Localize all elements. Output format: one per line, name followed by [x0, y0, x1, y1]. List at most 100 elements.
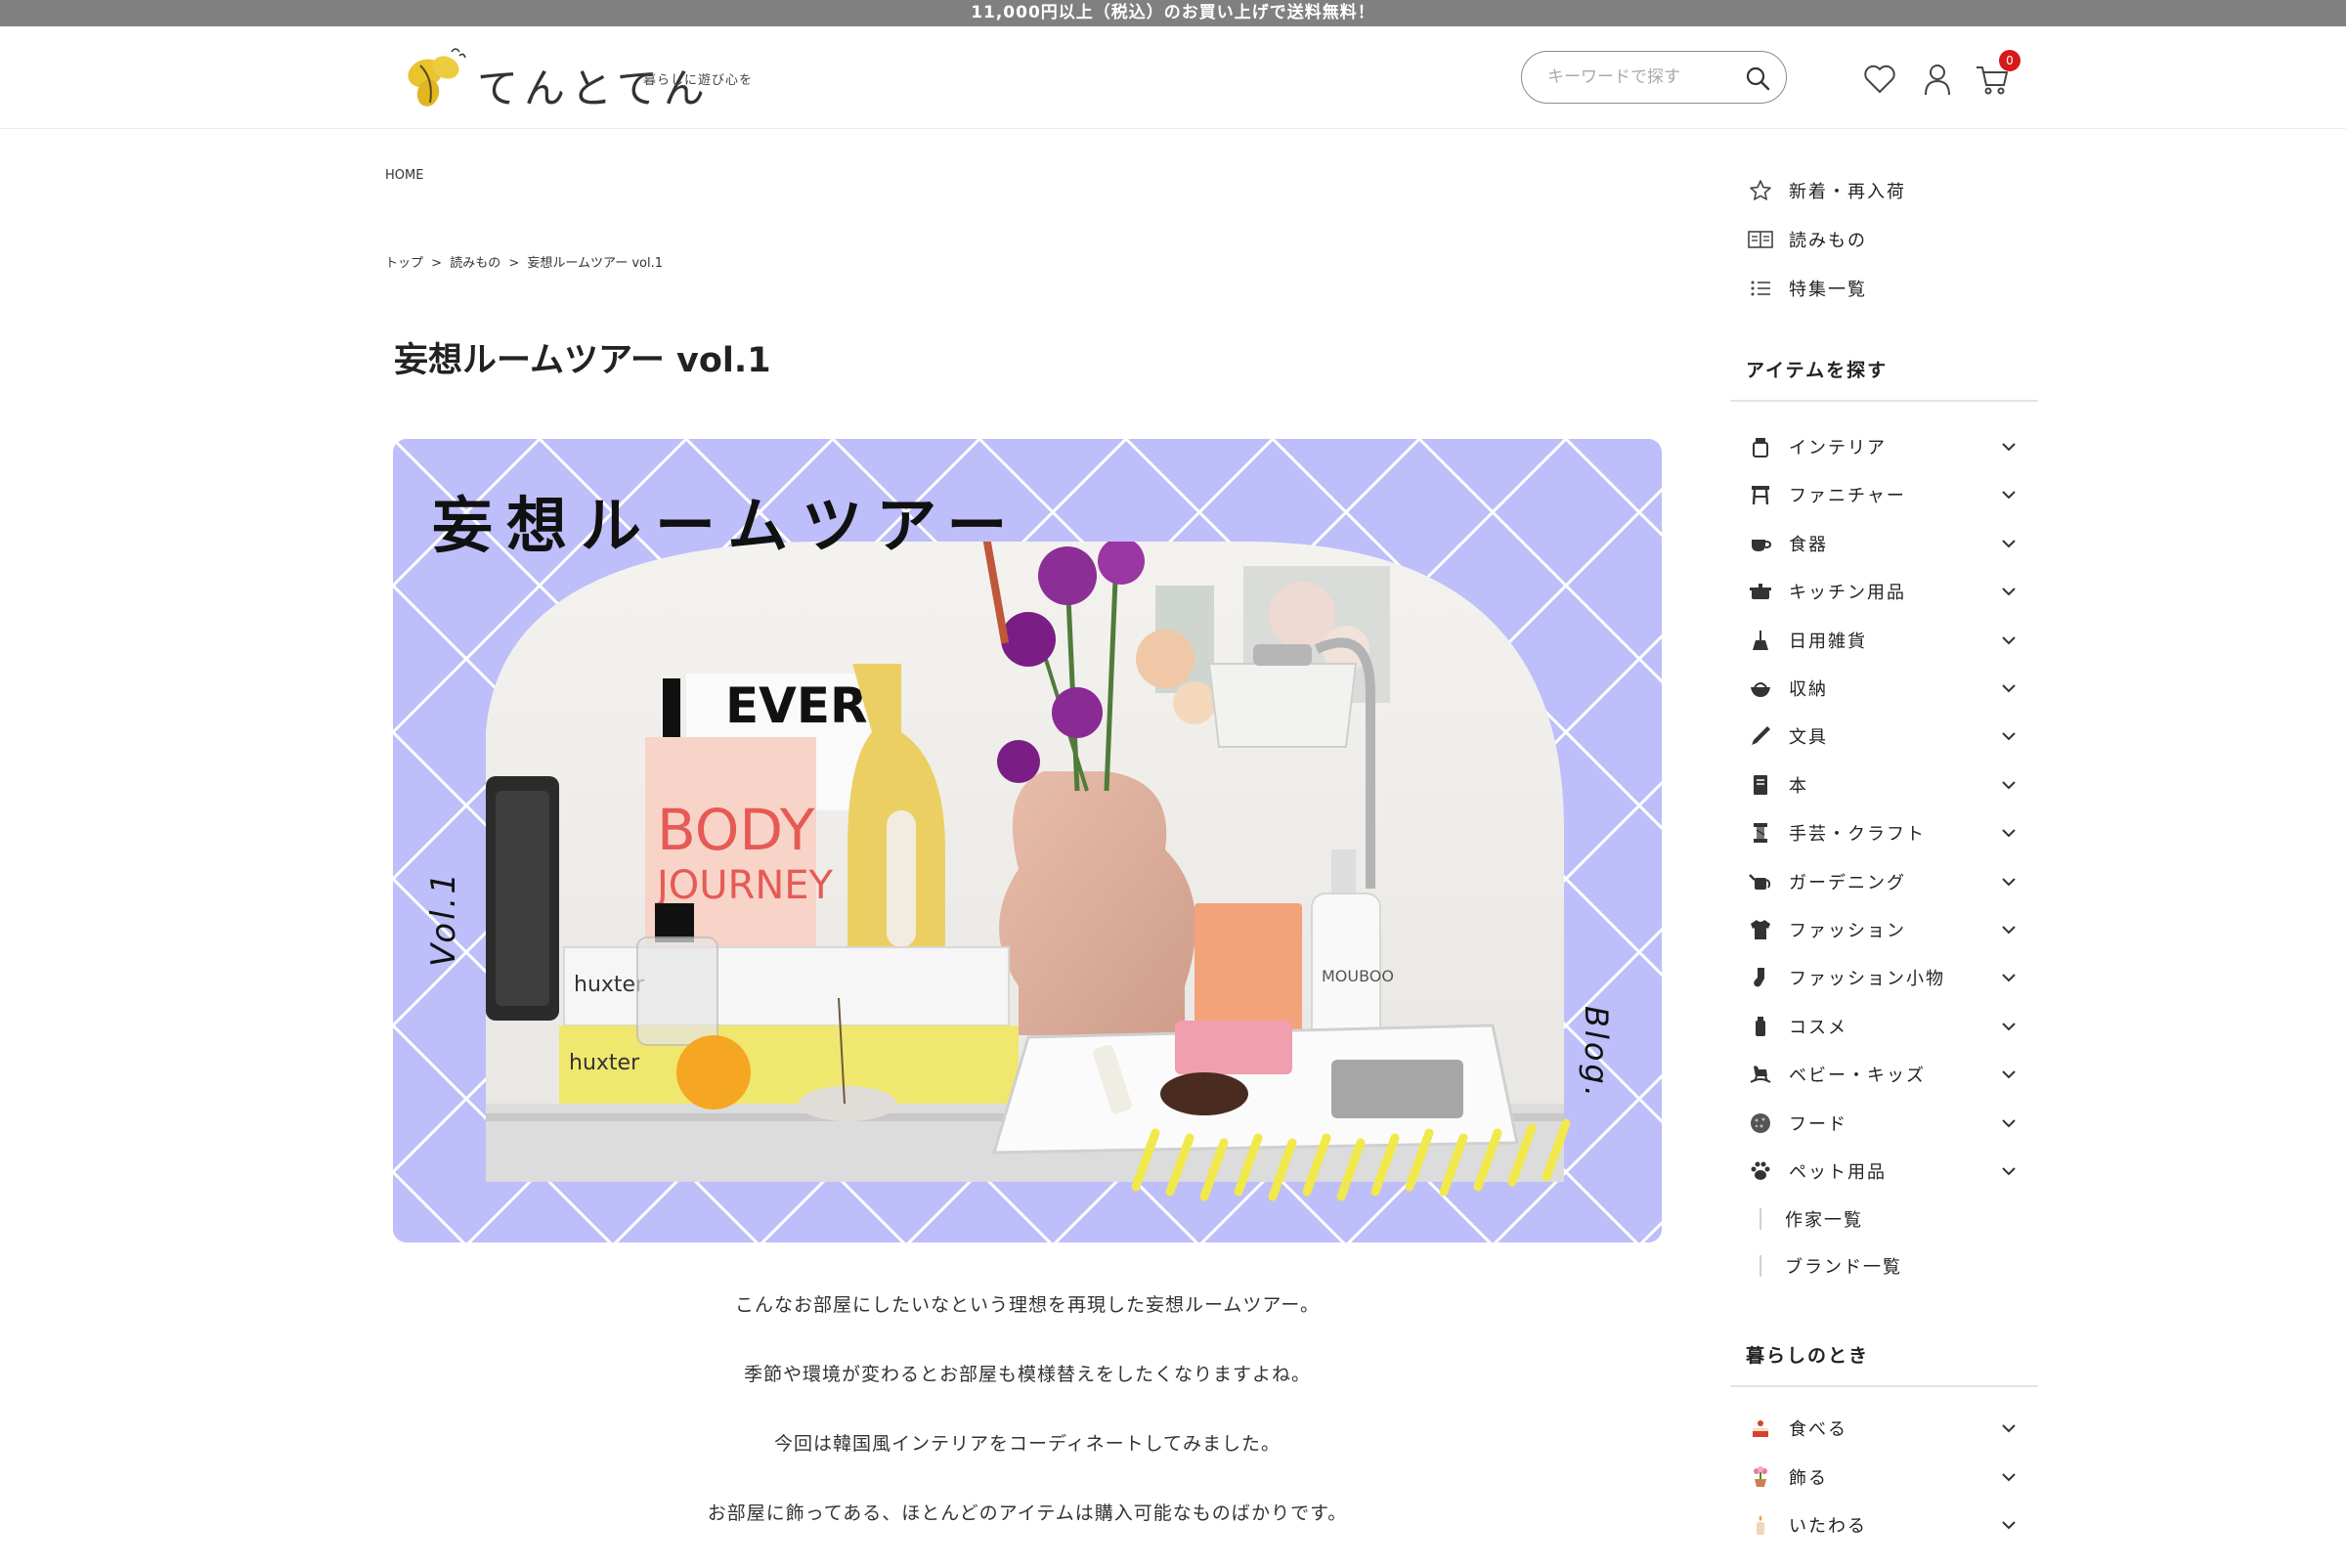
chevron-down-icon[interactable] — [2000, 727, 2018, 745]
sidebar-category-8[interactable]: 手芸・クラフト — [1746, 818, 2039, 848]
thread-icon — [1746, 818, 1775, 848]
notebook-icon — [1746, 770, 1775, 800]
page-title: 妄想ルームツアー vol.1 — [394, 341, 771, 380]
sidebar-category-label: 文具 — [1789, 727, 1828, 749]
sidebar-category-2[interactable]: 食器 — [1746, 529, 2039, 558]
sidebar-category-label: コスメ — [1789, 1017, 1847, 1038]
sidebar-category-14[interactable]: フード — [1746, 1109, 2039, 1138]
sidebar-link-features[interactable]: 特集一覧 — [1746, 274, 2039, 303]
breadcrumb-separator: > — [431, 256, 443, 271]
sidebar-category-6[interactable]: 文具 — [1746, 721, 2039, 751]
jar-icon — [1746, 432, 1775, 461]
sidebar-category-label: ファッション — [1789, 921, 1906, 941]
sidebar-category-label: 食べる — [1789, 1419, 1847, 1440]
divider — [1760, 1208, 1761, 1230]
chevron-down-icon[interactable] — [2000, 535, 2018, 552]
section-divider — [1730, 1385, 2038, 1387]
sidebar-category-3[interactable]: キッチン用品 — [1746, 577, 2039, 606]
chevron-down-icon[interactable] — [2000, 679, 2018, 697]
sidebar-category-15[interactable]: ペット用品 — [1746, 1156, 2039, 1186]
chevron-down-icon[interactable] — [2000, 776, 2018, 794]
sidebar-category-label: ガーデニング — [1789, 872, 1906, 893]
sidebar-category-1[interactable]: ファニチャー — [1746, 480, 2039, 509]
sock-icon — [1746, 963, 1775, 992]
logo-icon[interactable] — [401, 44, 469, 116]
home-label[interactable]: HOME — [385, 168, 423, 183]
sidebar-category-label: ベビー・キッズ — [1789, 1066, 1926, 1087]
candle-icon — [1746, 1510, 1775, 1540]
sidebar-category-label: キッチン用品 — [1789, 583, 1906, 604]
rocking-horse-icon — [1746, 1060, 1775, 1089]
chevron-down-icon[interactable] — [2000, 873, 2018, 891]
sidebar-category-7[interactable]: 本 — [1746, 770, 2039, 800]
sidebar-link-artists[interactable]: 作家一覧 — [1760, 1205, 1863, 1233]
chevron-down-icon[interactable] — [2000, 1018, 2018, 1035]
sidebar-category-4[interactable]: 日用雑貨 — [1746, 626, 2039, 655]
sidebar-category-10[interactable]: ファッション — [1746, 915, 2039, 944]
chevron-down-icon[interactable] — [2000, 824, 2018, 842]
search-icon[interactable] — [1745, 65, 1770, 91]
chevron-down-icon[interactable] — [2000, 1516, 2018, 1534]
chevron-down-icon[interactable] — [2000, 1162, 2018, 1180]
search-input[interactable] — [1545, 64, 1745, 91]
cup-icon — [1746, 529, 1775, 558]
sidebar-category-label: フード — [1789, 1113, 1847, 1135]
heart-icon[interactable] — [1862, 62, 1897, 97]
cake-icon — [1746, 1414, 1775, 1443]
user-icon[interactable] — [1920, 62, 1955, 97]
tagline: 暮らしに遊び心を — [643, 73, 754, 88]
chevron-down-icon[interactable] — [2000, 1066, 2018, 1083]
breadcrumb-separator: > — [508, 256, 520, 271]
sidebar-category-0[interactable]: インテリア — [1746, 432, 2039, 461]
basket-icon — [1746, 674, 1775, 703]
star-icon — [1746, 176, 1775, 205]
sidebar-link-label: ブランド一覧 — [1785, 1257, 1902, 1278]
sidebar-category-label: インテリア — [1789, 438, 1887, 458]
chevron-down-icon[interactable] — [2000, 438, 2018, 456]
paw-icon — [1746, 1156, 1775, 1186]
sidebar-link-label: 読みもの — [1789, 231, 1867, 251]
sidebar-category-5[interactable]: 収納 — [1746, 674, 2039, 703]
pen-icon — [1746, 721, 1775, 751]
hero-title: 妄想ルームツアー — [432, 490, 1021, 561]
bottle-icon — [1746, 1012, 1775, 1041]
sidebar-category-0[interactable]: 食べる — [1746, 1414, 2039, 1443]
article-paragraph: お部屋に飾ってある、ほとんどのアイテムは購入可能なものばかりです。 — [707, 1503, 1348, 1524]
sidebar-link-label: 新着・再入荷 — [1789, 182, 1906, 202]
breadcrumb-item[interactable]: トップ — [385, 256, 423, 271]
cart-count-badge: 0 — [1999, 50, 2020, 71]
sidebar-category-13[interactable]: ベビー・キッズ — [1746, 1060, 2039, 1089]
chevron-down-icon[interactable] — [2000, 583, 2018, 600]
sidebar-category-11[interactable]: ファッション小物 — [1746, 963, 2039, 992]
sidebar-link-articles[interactable]: 読みもの — [1746, 225, 2039, 254]
book-title: BODY — [657, 797, 815, 863]
sidebar-category-9[interactable]: ガーデニング — [1746, 867, 2039, 896]
broom-icon — [1746, 626, 1775, 655]
chevron-down-icon[interactable] — [2000, 486, 2018, 503]
breadcrumb: トップ > 読みもの > 妄想ルームツアー vol.1 — [385, 252, 667, 271]
chevron-down-icon[interactable] — [2000, 969, 2018, 986]
shipping-announcement: 11,000円以上（税込）のお買い上げで送料無料！ — [0, 0, 2346, 26]
sidebar-category-1[interactable]: 飾る — [1746, 1462, 2039, 1492]
sidebar-category-label: 食器 — [1789, 534, 1828, 555]
sidebar-category-label: 手芸・クラフト — [1789, 824, 1926, 846]
site-header: てんとてん 暮らしに遊び心を 0 — [0, 26, 2346, 129]
life-section-title: 暮らしのとき — [1746, 1345, 1870, 1367]
book-open-icon — [1746, 225, 1775, 254]
breadcrumb-current: 妄想ルームツアー vol.1 — [527, 256, 664, 271]
chevron-down-icon[interactable] — [2000, 632, 2018, 649]
cookie-icon — [1746, 1109, 1775, 1138]
sidebar-link-brands[interactable]: ブランド一覧 — [1760, 1252, 1902, 1280]
chevron-down-icon[interactable] — [2000, 1114, 2018, 1132]
hero-image: EVERY BODY JOURNEY MOUBOO huxter huxter … — [393, 439, 1662, 1242]
sidebar-category-12[interactable]: コスメ — [1746, 1012, 2039, 1041]
chevron-down-icon[interactable] — [2000, 921, 2018, 938]
hero-vol-label: Vol.1 — [424, 870, 463, 967]
breadcrumb-item[interactable]: 読みもの — [450, 256, 500, 271]
divider — [1760, 1255, 1761, 1277]
sidebar-link-new-arrivals[interactable]: 新着・再入荷 — [1746, 176, 2039, 205]
book-title: JOURNEY — [654, 863, 834, 908]
chevron-down-icon[interactable] — [2000, 1468, 2018, 1486]
chevron-down-icon[interactable] — [2000, 1419, 2018, 1437]
sidebar-category-2[interactable]: いたわる — [1746, 1510, 2039, 1540]
